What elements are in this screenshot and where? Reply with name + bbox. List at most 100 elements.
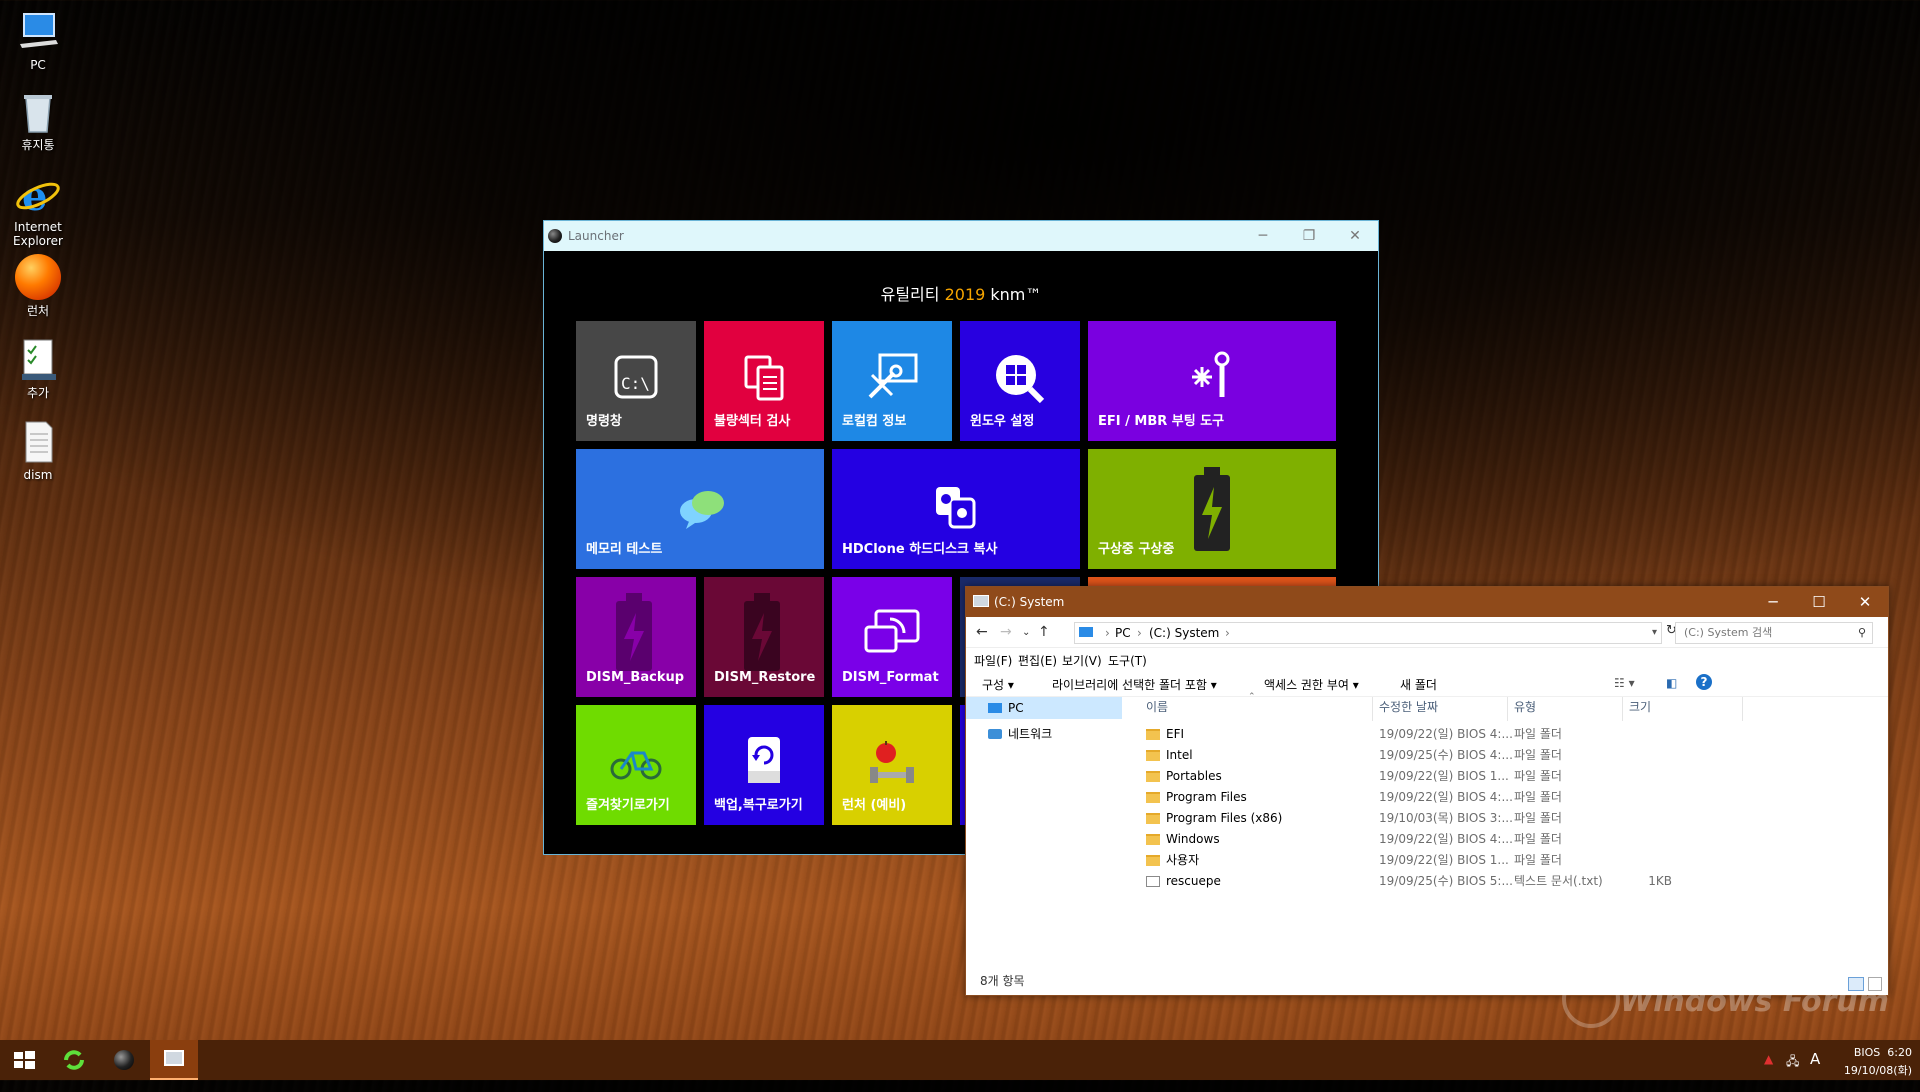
taskbar-launcher-button[interactable] xyxy=(100,1040,148,1080)
column-name[interactable]: 이름 xyxy=(1146,697,1168,717)
heading-prefix: 유틸리티 xyxy=(880,285,945,304)
tile-launcher-spare[interactable]: 런처 (예비) xyxy=(832,705,952,825)
tile-dism-restore[interactable]: DISM_Restore xyxy=(704,577,824,697)
file-type: 파일 폴더 xyxy=(1514,832,1562,846)
new-folder-button[interactable]: 새 폴더 xyxy=(1400,676,1437,693)
desktop-icon-recycle-bin[interactable]: 휴지통 xyxy=(4,88,72,152)
tray-arrow-icon[interactable]: ▲ xyxy=(1764,1052,1773,1092)
launcher-icon xyxy=(14,254,62,302)
column-type[interactable]: 유형 xyxy=(1514,697,1536,717)
folder-icon xyxy=(1146,834,1160,845)
close-button[interactable]: ✕ xyxy=(1332,221,1378,251)
command-prompt-icon: C:\ xyxy=(614,355,658,402)
tile-dism-format[interactable]: DISM_Format xyxy=(832,577,952,697)
tile-label: 불량섹터 검사 xyxy=(714,414,791,429)
tile-efi-mbr-boot[interactable]: EFI / MBR 부팅 도구 xyxy=(1088,321,1336,441)
tile-windows-settings[interactable]: 윈도우 설정 xyxy=(960,321,1080,441)
address-dropdown-icon[interactable]: ▾ xyxy=(1652,623,1657,643)
nav-item-network[interactable]: 네트워크 xyxy=(966,723,1122,745)
menu-edit[interactable]: 편집(E) xyxy=(1018,652,1057,669)
explorer-titlebar[interactable]: (C:) System ─ ☐ ✕ xyxy=(966,587,1888,617)
desktop-icon-label: 추가 xyxy=(26,386,50,400)
minimize-button[interactable]: ─ xyxy=(1750,587,1796,617)
battery-icon xyxy=(614,593,654,676)
breadcrumb-pc[interactable]: PC xyxy=(1115,623,1131,643)
desktop-icon-pc[interactable]: PC xyxy=(4,8,72,72)
tile-command-prompt[interactable]: C:\ 명령창 xyxy=(576,321,696,441)
address-bar[interactable]: › PC › (C:) System › ▾ xyxy=(1074,622,1662,644)
organize-button[interactable]: 구성 ▾ xyxy=(982,676,1014,693)
file-row[interactable]: EFI 19/09/22(일) BIOS 4:... 파일 폴더 xyxy=(1146,724,1746,745)
tray-network-icon[interactable]: 🖧 xyxy=(1786,1052,1799,1092)
file-row[interactable]: Portables 19/09/22(일) BIOS 1... 파일 폴더 xyxy=(1146,766,1746,787)
file-date: 19/09/22(일) BIOS 4:... xyxy=(1379,790,1513,804)
file-name: 사용자 xyxy=(1166,853,1200,867)
desktop-icon-label: Internet Explorer xyxy=(13,220,63,248)
taskbar-refresh-button[interactable] xyxy=(50,1040,98,1080)
desktop-icon-label: dism xyxy=(23,468,53,482)
heading-year: 2019 xyxy=(944,285,986,304)
give-access-button[interactable]: 액세스 권한 부여 ▾ xyxy=(1264,676,1359,693)
explorer-title: (C:) System xyxy=(994,595,1065,609)
file-row[interactable]: rescuepe 19/09/25(수) BIOS 5:... 텍스트 문서(.tx… xyxy=(1146,871,1746,892)
back-arrow-icon[interactable]: ← xyxy=(976,624,988,640)
recent-chevron-icon[interactable]: ⌄ xyxy=(1022,627,1030,638)
search-input[interactable]: (C:) System 검색 ⚲ xyxy=(1675,622,1873,644)
taskbar-explorer-button[interactable] xyxy=(150,1040,198,1080)
tile-planning[interactable]: 구상중 구상중 xyxy=(1088,449,1336,569)
folder-icon xyxy=(1146,855,1160,866)
file-date: 19/09/22(일) BIOS 4:... xyxy=(1379,727,1513,741)
tile-label: 런처 (예비) xyxy=(842,798,907,813)
help-icon[interactable]: ? xyxy=(1696,674,1712,690)
file-row[interactable]: Windows 19/09/22(일) BIOS 4:... 파일 폴더 xyxy=(1146,829,1746,850)
tile-label: 로컬컴 정보 xyxy=(842,414,907,429)
launcher-titlebar[interactable]: Launcher ─ ❐ ✕ xyxy=(544,221,1378,251)
forward-arrow-icon[interactable]: → xyxy=(1000,624,1012,640)
tray-language[interactable]: A xyxy=(1810,1050,1820,1090)
include-in-library-button[interactable]: 라이브러리에 선택한 폴더 포함 ▾ xyxy=(1052,676,1217,693)
battery-icon xyxy=(1192,467,1232,556)
menu-view[interactable]: 보기(V) xyxy=(1062,652,1102,669)
bicycle-icon xyxy=(610,745,662,784)
breadcrumb-drive[interactable]: (C:) System xyxy=(1149,623,1219,643)
fitness-icon xyxy=(864,741,920,788)
tile-bad-sector-check[interactable]: 불량섹터 검사 xyxy=(704,321,824,441)
minimize-button[interactable]: ─ xyxy=(1240,221,1286,251)
file-row[interactable]: Program Files (x86) 19/10/03(목) BIOS 3:..… xyxy=(1146,808,1746,829)
tile-memory-test[interactable]: 메모리 테스트 xyxy=(576,449,824,569)
file-row[interactable]: Program Files 19/09/22(일) BIOS 4:... 파일 폴더 xyxy=(1146,787,1746,808)
desktop-icon-launcher[interactable]: 런처 xyxy=(4,254,72,318)
desktop-icon-add[interactable]: 추가 xyxy=(4,336,72,400)
column-date[interactable]: 수정한 날짜 xyxy=(1379,697,1438,717)
desktop-icon-internet-explorer[interactable]: e Internet Explorer xyxy=(4,170,72,248)
start-button[interactable] xyxy=(0,1040,48,1080)
desktop-icon-label: 런처 xyxy=(26,304,50,318)
preview-pane-icon[interactable]: ◧ xyxy=(1666,676,1677,690)
up-arrow-icon[interactable]: ↑ xyxy=(1038,624,1050,640)
column-size[interactable]: 크기 xyxy=(1629,697,1651,717)
launcher-icon xyxy=(114,1050,134,1070)
file-row[interactable]: Intel 19/09/25(수) BIOS 4:... 파일 폴더 xyxy=(1146,745,1746,766)
explorer-window: (C:) System ─ ☐ ✕ ← → ⌄ ↑ › PC › (C:) Sy… xyxy=(965,586,1889,996)
tray-clock[interactable]: BIOS 6:20 19/10/08(화) xyxy=(1830,1040,1916,1080)
nav-label: 네트워크 xyxy=(1008,727,1053,741)
desktop-icon-label: 휴지통 xyxy=(21,138,55,152)
desktop-icon-dism[interactable]: dism xyxy=(4,418,72,482)
tile-backup-restore[interactable]: 백업,복구로가기 xyxy=(704,705,824,825)
view-options-icon[interactable]: ☷ ▾ xyxy=(1614,676,1635,690)
maximize-button[interactable]: ☐ xyxy=(1796,587,1842,617)
tile-favorites[interactable]: 즐겨찾기로가기 xyxy=(576,705,696,825)
nav-item-pc[interactable]: PC xyxy=(966,697,1122,719)
status-item-count: 8개 항목 xyxy=(980,974,1025,988)
watermark-title: Windows Forum xyxy=(1620,984,1890,1019)
restore-button[interactable]: ❐ xyxy=(1286,221,1332,251)
menu-tools[interactable]: 도구(T) xyxy=(1108,652,1147,669)
close-button[interactable]: ✕ xyxy=(1842,587,1888,617)
desktop-icon-label: PC xyxy=(30,58,46,72)
column-separator xyxy=(1742,697,1743,721)
tile-local-info[interactable]: 로컬컴 정보 xyxy=(832,321,952,441)
menu-file[interactable]: 파일(F) xyxy=(974,652,1012,669)
file-row[interactable]: 사용자 19/09/22(일) BIOS 1... 파일 폴더 xyxy=(1146,850,1746,871)
tile-hdclone[interactable]: HDClone 하드디스크 복사 xyxy=(832,449,1080,569)
tile-dism-backup[interactable]: DISM_Backup xyxy=(576,577,696,697)
